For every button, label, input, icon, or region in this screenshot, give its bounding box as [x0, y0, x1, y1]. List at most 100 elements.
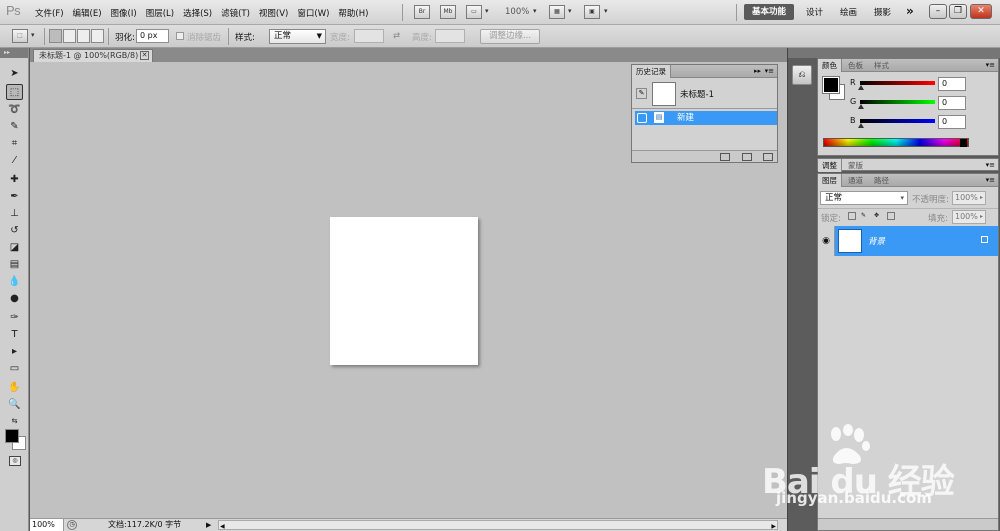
menu-filter[interactable]: 滤镜(T): [221, 7, 250, 19]
panel-menu-icon[interactable]: ▾≡: [986, 174, 995, 187]
foreground-color-swatch[interactable]: [822, 76, 840, 94]
swap-colors-icon[interactable]: ⇆: [6, 413, 23, 429]
tool-preset-chevron-icon[interactable]: ▾: [31, 31, 35, 39]
tab-styles[interactable]: 样式: [870, 59, 893, 72]
menu-file[interactable]: 文件(F): [35, 7, 64, 19]
new-selection-icon[interactable]: [49, 29, 62, 43]
lasso-tool-icon[interactable]: ➰: [6, 102, 23, 118]
eyedropper-tool-icon[interactable]: ⁄: [6, 153, 23, 169]
blur-tool-icon[interactable]: 💧: [6, 274, 23, 290]
intersect-selection-icon[interactable]: [91, 29, 104, 43]
snapshot-camera-icon[interactable]: [742, 153, 752, 161]
spectrum-black-swatch[interactable]: [960, 139, 967, 147]
panel-menu-icon[interactable]: ▾≡: [765, 65, 774, 78]
tab-swatches[interactable]: 色板: [844, 59, 867, 72]
right-dock-grip[interactable]: [815, 48, 1000, 58]
status-menu-icon[interactable]: ▶: [206, 519, 215, 531]
tab-color[interactable]: 颜色: [818, 59, 842, 72]
minimize-button[interactable]: –: [929, 4, 947, 19]
add-selection-icon[interactable]: [63, 29, 76, 43]
arrange-chevron-icon[interactable]: ▾: [568, 7, 572, 15]
menu-view[interactable]: 视图(V): [259, 7, 288, 19]
menu-window[interactable]: 窗口(W): [297, 7, 329, 19]
blend-mode-select[interactable]: 正常 ▾: [820, 191, 908, 205]
view-extras-icon[interactable]: ▭: [466, 5, 482, 19]
menu-help[interactable]: 帮助(H): [338, 7, 368, 19]
arrange-documents-icon[interactable]: ▦: [549, 5, 565, 19]
tool-preset-icon[interactable]: ⬚: [12, 29, 28, 43]
close-icon[interactable]: ✕: [140, 51, 149, 60]
document-tab[interactable]: 未标题-1 @ 100%(RGB/8) ✕: [33, 49, 153, 62]
healing-brush-tool-icon[interactable]: ✚: [6, 172, 23, 188]
zoom-chevron-icon[interactable]: ▾: [533, 7, 537, 15]
hand-tool-icon[interactable]: ✋: [6, 380, 23, 396]
lock-image-icon[interactable]: ✎: [861, 212, 869, 220]
gradient-tool-icon[interactable]: ▤: [6, 257, 23, 273]
type-tool-icon[interactable]: T: [6, 327, 23, 343]
lock-all-icon[interactable]: [887, 212, 895, 220]
slider-green-thumb[interactable]: [858, 104, 864, 109]
subtract-selection-icon[interactable]: [77, 29, 90, 43]
toolbox-grip-icon[interactable]: ▸▸: [0, 48, 28, 58]
restore-button[interactable]: ❐: [949, 4, 967, 19]
tab-masks[interactable]: 蒙版: [844, 159, 867, 172]
slider-green-track[interactable]: [860, 100, 935, 104]
tab-layers[interactable]: 图层: [818, 174, 842, 187]
screen-mode-chevron-icon[interactable]: ▾: [604, 7, 608, 15]
history-panel-icon[interactable]: ⎌: [792, 65, 812, 85]
slider-red-track[interactable]: [860, 81, 935, 85]
horizontal-scrollbar[interactable]: ◀ ▶: [218, 520, 778, 530]
refine-edge-button[interactable]: 调整边缘...: [480, 29, 540, 44]
workspace-design[interactable]: 设计: [806, 6, 823, 18]
quick-mask-icon[interactable]: ◎: [9, 456, 21, 466]
height-input[interactable]: [435, 29, 465, 43]
panel-menu-icon[interactable]: ▾≡: [986, 159, 995, 172]
icon-strip-grip[interactable]: [788, 48, 815, 58]
canvas[interactable]: [330, 217, 478, 365]
slider-red-value[interactable]: 0: [938, 77, 966, 91]
screen-mode-icon[interactable]: ▣: [584, 5, 600, 19]
new-document-from-state-icon[interactable]: [720, 153, 730, 161]
history-snapshot[interactable]: ✎ 未标题-1: [632, 79, 777, 109]
marquee-tool-icon[interactable]: ⬚: [6, 84, 23, 100]
move-tool-icon[interactable]: ➤: [6, 66, 23, 82]
tab-paths[interactable]: 路径: [870, 174, 893, 187]
collapse-icon[interactable]: ▸▸: [754, 65, 761, 78]
slider-blue-thumb[interactable]: [858, 123, 864, 128]
menu-select[interactable]: 选择(S): [183, 7, 212, 19]
view-extras-chevron-icon[interactable]: ▾: [485, 7, 489, 15]
workspace-essentials[interactable]: 基本功能: [744, 4, 794, 20]
trash-icon[interactable]: [763, 153, 773, 161]
foreground-color-swatch[interactable]: [5, 429, 19, 443]
opacity-input[interactable]: 100% ▸: [952, 191, 986, 205]
slider-blue-track[interactable]: [860, 119, 935, 123]
scroll-right-icon[interactable]: ▶: [771, 521, 776, 531]
workspace-more-icon[interactable]: »: [906, 4, 914, 18]
feather-input[interactable]: 0 px: [136, 29, 169, 43]
width-input[interactable]: [354, 29, 384, 43]
eraser-tool-icon[interactable]: ◪: [6, 240, 23, 256]
tab-adjustments[interactable]: 调整: [818, 159, 842, 172]
slider-red-thumb[interactable]: [858, 85, 864, 90]
scroll-left-icon[interactable]: ◀: [220, 521, 225, 531]
workspace-painting[interactable]: 绘画: [840, 6, 857, 18]
status-zoom-field[interactable]: 100%: [30, 519, 64, 531]
mini-bridge-button[interactable]: Mb: [440, 5, 456, 19]
menu-image[interactable]: 图像(I): [111, 7, 137, 19]
antialias-checkbox[interactable]: [176, 32, 184, 40]
panel-menu-icon[interactable]: ▾≡: [986, 59, 995, 72]
layer-row[interactable]: ◉ 背景: [818, 226, 998, 256]
history-state-row[interactable]: ▤ 新建: [635, 111, 777, 125]
history-brush-tool-icon[interactable]: ↺: [6, 223, 23, 239]
layer-name[interactable]: 背景: [868, 235, 885, 247]
lock-transparent-icon[interactable]: [848, 212, 856, 220]
style-select[interactable]: 正常 ▼: [269, 29, 326, 44]
menu-layer[interactable]: 图层(L): [146, 7, 174, 19]
status-info-icon[interactable]: ◷: [67, 520, 77, 530]
color-spectrum-ramp[interactable]: [823, 138, 969, 147]
tab-history[interactable]: 历史记录: [632, 65, 671, 78]
zoom-level[interactable]: 100%: [505, 7, 529, 17]
crop-tool-icon[interactable]: ⌗: [6, 136, 23, 152]
pen-tool-icon[interactable]: ✑: [6, 310, 23, 326]
dodge-tool-icon[interactable]: ●: [6, 291, 23, 307]
